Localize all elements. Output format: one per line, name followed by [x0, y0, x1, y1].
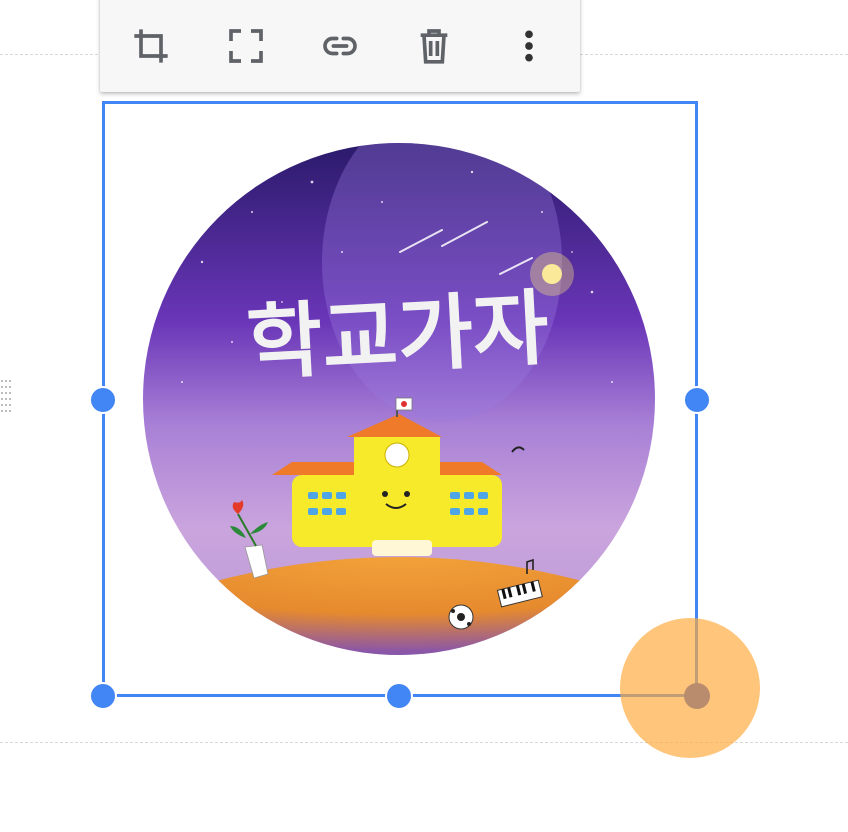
more-vertical-icon [524, 30, 533, 62]
drag-handle-icon[interactable] [0, 378, 14, 414]
crop-button[interactable] [123, 18, 179, 74]
link-button[interactable] [312, 18, 368, 74]
resize-handle-bottom[interactable] [385, 682, 413, 710]
fullscreen-button[interactable] [218, 18, 274, 74]
resize-handle-bottom-right[interactable] [684, 683, 710, 709]
resize-handle-left[interactable] [89, 386, 117, 414]
crop-icon [134, 29, 168, 63]
resize-handle-bottom-left[interactable] [89, 682, 117, 710]
fullscreen-icon [228, 29, 263, 63]
resize-handle-right[interactable] [683, 386, 711, 414]
delete-button[interactable] [406, 18, 462, 74]
school-illustration-image[interactable]: 학교가자 [142, 142, 656, 656]
more-options-button[interactable] [501, 18, 557, 74]
image-title-text: 학교가자 [245, 281, 551, 392]
image-toolbar [100, 0, 580, 92]
trash-icon [421, 29, 448, 64]
link-icon [323, 36, 357, 56]
